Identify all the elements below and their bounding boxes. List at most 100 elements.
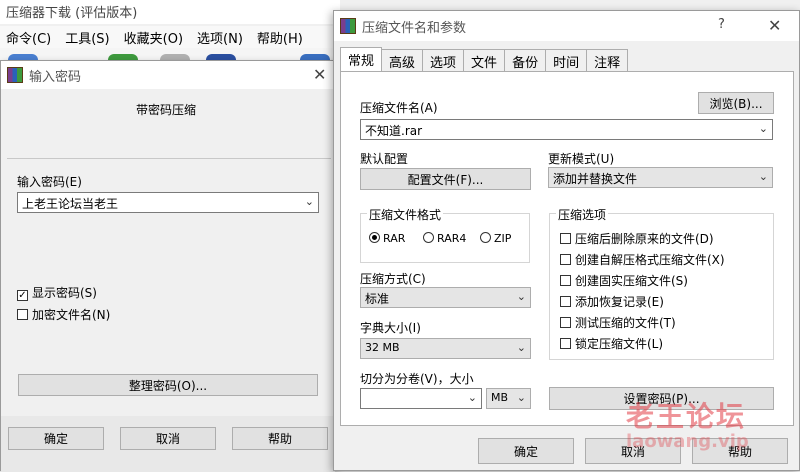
password-label: 输入密码(E) (17, 175, 82, 189)
password-dialog: 输入密码 ✕ 带密码压缩 输入密码(E) 上老王论坛当老王 ⌄ ✓ 显示密码(S)… (0, 60, 336, 472)
winrar-icon (7, 67, 23, 83)
chevron-down-icon[interactable]: ⌄ (468, 391, 477, 404)
format-rar-label: RAR (383, 232, 406, 245)
menu-help[interactable]: 帮助(H) (257, 28, 303, 47)
option-label: 压缩后删除原来的文件(D) (575, 232, 714, 246)
radio-selected-icon[interactable] (369, 232, 380, 243)
format-rar4-radio[interactable]: RAR4 (423, 232, 466, 245)
menu-options[interactable]: 选项(N) (197, 28, 243, 47)
dictionary-size-label: 字典大小(I) (360, 321, 421, 335)
option-label: 测试压缩的文件(T) (575, 316, 676, 330)
dictionary-size-value: 32 MB (365, 341, 400, 354)
option-solid-checkbox[interactable]: 创建固实压缩文件(S) (560, 272, 688, 289)
archive-ok-button[interactable]: 确定 (478, 438, 574, 464)
password-help-button[interactable]: 帮助 (232, 427, 328, 450)
close-icon[interactable]: ✕ (313, 65, 326, 84)
menu-favorites[interactable]: 收藏夹(O) (124, 28, 183, 47)
tab-comment[interactable]: 注释 (586, 49, 629, 71)
checkbox-icon[interactable] (560, 296, 571, 307)
password-input[interactable]: 上老王论坛当老王 ⌄ (17, 192, 319, 213)
tab-backup[interactable]: 备份 (504, 49, 547, 71)
chevron-down-icon[interactable]: ⌄ (759, 170, 768, 183)
update-mode-label: 更新模式(U) (548, 152, 615, 166)
archive-format-group: 压缩文件格式 RAR RAR4 ZIP (360, 206, 530, 263)
option-recovery-checkbox[interactable]: 添加恢复记录(E) (560, 293, 664, 310)
divider (7, 158, 331, 159)
archive-dialog-titlebar: 压缩文件名和参数 (334, 11, 799, 41)
tab-options[interactable]: 选项 (422, 49, 465, 71)
dictionary-size-select[interactable]: 32 MB ⌄ (360, 338, 531, 359)
split-volumes-label: 切分为分卷(V)，大小 (360, 372, 474, 386)
winrar-icon (340, 18, 356, 34)
archive-dialog-title: 压缩文件名和参数 (362, 20, 467, 36)
encrypt-names-label: 加密文件名(N) (32, 308, 111, 322)
checkbox-icon[interactable] (560, 317, 571, 328)
format-zip-label: ZIP (494, 232, 512, 245)
show-password-checkbox[interactable]: ✓ 显示密码(S) (17, 284, 97, 301)
tab-files[interactable]: 文件 (463, 49, 506, 71)
watermark: 老王论坛 laowang.vip (626, 395, 749, 452)
close-icon[interactable]: ✕ (768, 16, 781, 35)
archive-options-title: 压缩选项 (556, 206, 609, 223)
tab-general[interactable]: 常规 (340, 47, 383, 71)
password-dialog-heading: 带密码压缩 (136, 103, 197, 117)
help-icon[interactable]: ? (718, 17, 725, 32)
archive-name-input[interactable]: 不知道.rar ⌄ (360, 119, 773, 140)
checkbox-icon[interactable] (560, 233, 571, 244)
tab-strip: 常规 高级 选项 文件 备份 时间 注释 (340, 47, 629, 71)
browse-button[interactable]: 浏览(B)... (698, 92, 774, 114)
checkbox-checked-icon[interactable]: ✓ (17, 290, 28, 301)
password-dialog-titlebar: 输入密码 (1, 61, 335, 89)
password-cancel-button[interactable]: 取消 (120, 427, 216, 450)
chevron-down-icon[interactable]: ⌄ (517, 391, 526, 404)
menu-tools[interactable]: 工具(S) (65, 28, 109, 47)
format-zip-radio[interactable]: ZIP (480, 232, 511, 245)
organize-passwords-button[interactable]: 整理密码(O)... (18, 374, 318, 396)
archive-name-value: 不知道.rar (365, 124, 423, 138)
option-sfx-checkbox[interactable]: 创建自解压格式压缩文件(X) (560, 251, 725, 268)
password-ok-button[interactable]: 确定 (8, 427, 104, 450)
background-window-title: 压缩器下载 (评估版本) (0, 0, 340, 24)
update-mode-select[interactable]: 添加并替换文件 ⌄ (548, 167, 773, 188)
password-value: 上老王论坛当老王 (22, 197, 119, 211)
chevron-down-icon[interactable]: ⌄ (305, 195, 314, 208)
background-menubar: 命令(C) 工具(S) 收藏夹(O) 选项(N) 帮助(H) (0, 26, 340, 48)
tab-advanced[interactable]: 高级 (381, 49, 424, 71)
archive-name-label: 压缩文件名(A) (360, 101, 438, 115)
option-label: 创建自解压格式压缩文件(X) (575, 253, 725, 267)
default-profile-label: 默认配置 (360, 152, 409, 166)
password-dialog-title: 输入密码 (29, 69, 82, 85)
radio-icon[interactable] (480, 232, 491, 243)
option-label: 添加恢复记录(E) (575, 295, 664, 309)
checkbox-icon[interactable] (17, 309, 28, 320)
compression-method-value: 标准 (365, 292, 390, 306)
checkbox-icon[interactable] (560, 275, 571, 286)
chevron-down-icon[interactable]: ⌄ (517, 341, 526, 354)
chevron-down-icon[interactable]: ⌄ (517, 290, 526, 303)
option-lock-checkbox[interactable]: 锁定压缩文件(L) (560, 335, 663, 352)
watermark-title: 老王论坛 (626, 400, 747, 433)
option-delete-after-checkbox[interactable]: 压缩后删除原来的文件(D) (560, 230, 714, 247)
split-volumes-input[interactable]: ⌄ (360, 388, 482, 409)
encrypt-names-checkbox[interactable]: 加密文件名(N) (17, 306, 110, 323)
archive-options-group: 压缩选项 压缩后删除原来的文件(D) 创建自解压格式压缩文件(X) 创建固实压缩… (549, 206, 774, 360)
profiles-button[interactable]: 配置文件(F)... (360, 168, 531, 190)
watermark-url: laowang.vip (626, 431, 749, 452)
checkbox-icon[interactable] (560, 254, 571, 265)
compression-method-select[interactable]: 标准 ⌄ (360, 287, 531, 308)
tab-time[interactable]: 时间 (545, 49, 588, 71)
radio-icon[interactable] (423, 232, 434, 243)
chevron-down-icon[interactable]: ⌄ (759, 122, 768, 135)
option-label: 创建固实压缩文件(S) (575, 274, 688, 288)
tab-panel-general: 压缩文件名(A) 浏览(B)... 不知道.rar ⌄ 默认配置 配置文件(F)… (340, 71, 794, 426)
format-rar-radio[interactable]: RAR (369, 232, 405, 245)
archive-format-title: 压缩文件格式 (367, 206, 444, 223)
format-rar4-label: RAR4 (437, 232, 467, 245)
option-test-checkbox[interactable]: 测试压缩的文件(T) (560, 314, 676, 331)
compression-method-label: 压缩方式(C) (360, 272, 426, 286)
checkbox-icon[interactable] (560, 338, 571, 349)
split-unit-value: MB (491, 391, 509, 404)
option-label: 锁定压缩文件(L) (575, 337, 664, 351)
menu-command[interactable]: 命令(C) (6, 28, 51, 47)
split-unit-select[interactable]: MB ⌄ (486, 388, 531, 409)
